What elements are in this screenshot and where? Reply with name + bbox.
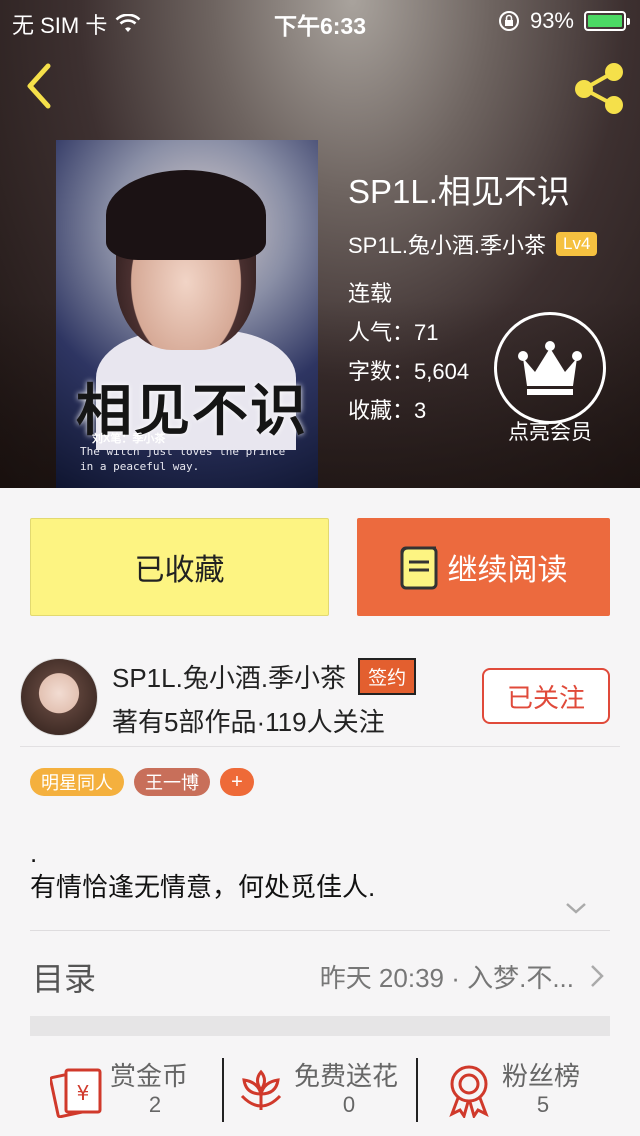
vip-circle [494,312,606,424]
cover-figure-hair [106,170,266,260]
collected-button[interactable]: 已收藏 [30,518,329,616]
divider [30,930,610,931]
tag-item[interactable]: 明星同人 [30,768,124,796]
chevron-down-icon[interactable] [564,900,588,916]
author-stats: 著有5部作品·119人关注 [112,707,385,737]
popularity-value: 71 [414,320,439,345]
author-name-row: SP1L.兔小酒.季小茶 签约 [112,658,417,695]
tag-item[interactable]: 王一博 [134,768,210,796]
follow-button[interactable]: 已关注 [482,668,610,724]
section-separator [30,1016,610,1036]
author-row: SP1L.兔小酒.季小茶 Lv4 [348,228,598,260]
vip-button[interactable]: 点亮会员 [494,312,608,456]
medal-icon [449,1065,489,1118]
separator [222,1058,224,1122]
continue-reading-button[interactable]: 继续阅读 [357,518,610,616]
status-bar: 无 SIM 卡 下午6:33 93% [0,0,640,40]
book-description: . 有情恰逢无情意，何处觅佳人. [30,836,375,904]
latest-chapter: 昨天 20:39 · 入梦.不... [319,963,574,993]
book-cover[interactable]: 相见不识 刘X笔：季小茶 The witch just loves the pr… [56,140,318,488]
toc-row[interactable]: 目录 昨天 20:39 · 入梦.不... [30,940,610,1012]
author-avatar[interactable] [20,658,98,736]
divider [20,746,620,747]
word-count-value: 5,604 [414,359,470,384]
reward-coins-button[interactable]: ¥ 赏金币 2 [50,1056,230,1126]
toc-label: 目录 [32,961,97,997]
cover-tagline: The witch just loves the prince in a pea… [80,445,286,473]
collected-label: 已收藏 [134,554,225,587]
send-flower-label: 免费送花 [294,1061,399,1091]
description-line: . [30,838,38,868]
send-flower-count: 0 [342,1092,356,1117]
svg-text:¥: ¥ [77,1081,90,1105]
reward-coins-count: 2 [148,1092,162,1117]
book-author[interactable]: SP1L.兔小酒.季小茶 [348,228,546,260]
author-name: SP1L.兔小酒.季小茶 [112,663,347,693]
back-chevron-icon[interactable] [18,60,62,112]
reward-coins-label: 赏金币 [110,1061,189,1091]
author-card[interactable]: SP1L.兔小酒.季小茶 签约 著有5部作品·119人关注 已关注 [20,656,620,746]
favorites-value: 3 [414,398,427,423]
separator [416,1058,418,1122]
crown-icon [518,341,582,395]
status-right: 93% [498,8,630,34]
chevron-right-icon [591,965,604,987]
bottom-action-bar: ¥ 赏金币 2 免费送花 0 粉丝榜 5 [30,1044,610,1136]
signed-badge: 签约 [358,658,417,695]
battery-percent: 93% [529,8,574,33]
battery-icon [584,11,630,31]
book-status: 连载 [348,281,393,306]
red-envelope-icon: ¥ [50,1068,102,1118]
book-title: SP1L.相见不识 [348,173,570,210]
add-tag-button[interactable]: + [220,768,254,796]
vip-label: 点亮会员 [508,421,592,444]
fan-ranking-count: 5 [536,1092,550,1117]
fan-ranking-button[interactable]: 粉丝榜 5 [442,1056,610,1126]
fan-ranking-label: 粉丝榜 [502,1061,581,1091]
send-flower-button[interactable]: 免费送花 0 [234,1056,414,1126]
share-icon[interactable] [570,62,628,114]
follow-label: 已关注 [506,682,585,713]
flower-icon [240,1069,282,1110]
orientation-lock-icon [498,11,519,31]
tag-list: 明星同人 王一博 + [30,768,254,796]
continue-reading-label: 继续阅读 [447,554,568,587]
book-header: 无 SIM 卡 下午6:33 93% 相见不识 刘X笔：季小茶 The witc… [0,0,640,488]
book-icon [400,546,437,590]
description-line: 有情恰逢无情意，何处觅佳人. [30,872,376,902]
level-badge: Lv4 [556,232,598,256]
